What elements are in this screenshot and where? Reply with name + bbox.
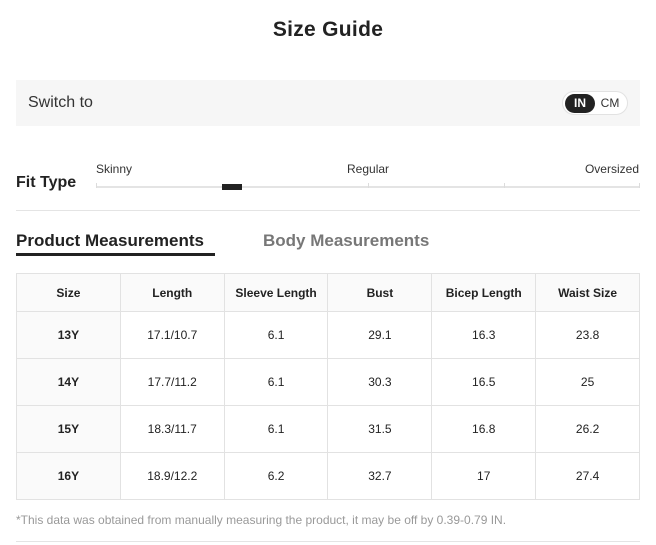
waist-size-cell: 27.4 <box>535 452 640 500</box>
bicep-length-cell: 16.5 <box>431 358 537 406</box>
waist-size-cell: 23.8 <box>535 311 640 359</box>
sleeve-length-cell: 6.1 <box>223 358 329 406</box>
bust-cell: 30.3 <box>327 358 433 406</box>
measurements-table: Size Length Sleeve Length Bust Bicep Len… <box>16 273 640 500</box>
length-cell: 18.9/12.2 <box>119 452 225 500</box>
waist-size-cell: 26.2 <box>535 405 640 453</box>
measurement-footnote: *This data was obtained from manually me… <box>16 513 507 527</box>
column-header-length: Length <box>119 273 225 312</box>
table-row: 16Y 18.9/12.2 6.2 32.7 17 27.4 <box>16 452 640 500</box>
size-cell: 14Y <box>16 358 121 406</box>
fit-type-marker <box>222 184 242 190</box>
fit-type-label: Fit Type <box>16 174 77 191</box>
table-row: 14Y 17.7/11.2 6.1 30.3 16.5 25 <box>16 358 640 406</box>
unit-option-in[interactable]: IN <box>565 93 595 113</box>
bicep-length-cell: 16.3 <box>431 311 537 359</box>
bust-cell: 32.7 <box>327 452 433 500</box>
fit-tick <box>639 183 640 188</box>
bicep-length-cell: 17 <box>431 452 537 500</box>
column-header-waist-size: Waist Size <box>535 273 640 312</box>
active-tab-indicator <box>16 253 215 256</box>
sleeve-length-cell: 6.1 <box>223 405 329 453</box>
size-cell: 15Y <box>16 405 121 453</box>
unit-toggle[interactable]: IN CM <box>562 91 628 115</box>
divider <box>16 541 640 542</box>
table-header-row: Size Length Sleeve Length Bust Bicep Len… <box>16 273 640 312</box>
size-cell: 16Y <box>16 452 121 500</box>
table-row: 15Y 18.3/11.7 6.1 31.5 16.8 26.2 <box>16 405 640 453</box>
length-cell: 17.1/10.7 <box>119 311 225 359</box>
column-header-bust: Bust <box>327 273 433 312</box>
fit-scale-regular: Regular <box>347 162 390 176</box>
size-cell: 13Y <box>16 311 121 359</box>
length-cell: 17.7/11.2 <box>119 358 225 406</box>
unit-option-cm[interactable]: CM <box>595 94 625 113</box>
fit-tick <box>96 183 97 188</box>
sleeve-length-cell: 6.1 <box>223 311 329 359</box>
waist-size-cell: 25 <box>535 358 640 406</box>
page-title: Size Guide <box>272 18 384 41</box>
column-header-size: Size <box>16 273 121 312</box>
unit-switch-bar: Switch to IN CM <box>16 80 640 126</box>
fit-scale-oversized: Oversized <box>584 162 639 176</box>
fit-scale-skinny: Skinny <box>96 162 133 176</box>
bust-cell: 31.5 <box>327 405 433 453</box>
table-row: 13Y 17.1/10.7 6.1 29.1 16.3 23.8 <box>16 311 640 359</box>
switch-label: Switch to <box>28 94 93 111</box>
sleeve-length-cell: 6.2 <box>223 452 329 500</box>
tab-product-measurements[interactable]: Product Measurements <box>16 231 204 251</box>
bicep-length-cell: 16.8 <box>431 405 537 453</box>
tab-body-measurements[interactable]: Body Measurements <box>263 231 429 251</box>
column-header-sleeve-length: Sleeve Length <box>223 273 329 312</box>
bust-cell: 29.1 <box>327 311 433 359</box>
divider <box>16 210 640 211</box>
fit-tick <box>504 183 505 188</box>
column-header-bicep-length: Bicep Length <box>431 273 537 312</box>
fit-tick <box>368 183 369 188</box>
length-cell: 18.3/11.7 <box>119 405 225 453</box>
